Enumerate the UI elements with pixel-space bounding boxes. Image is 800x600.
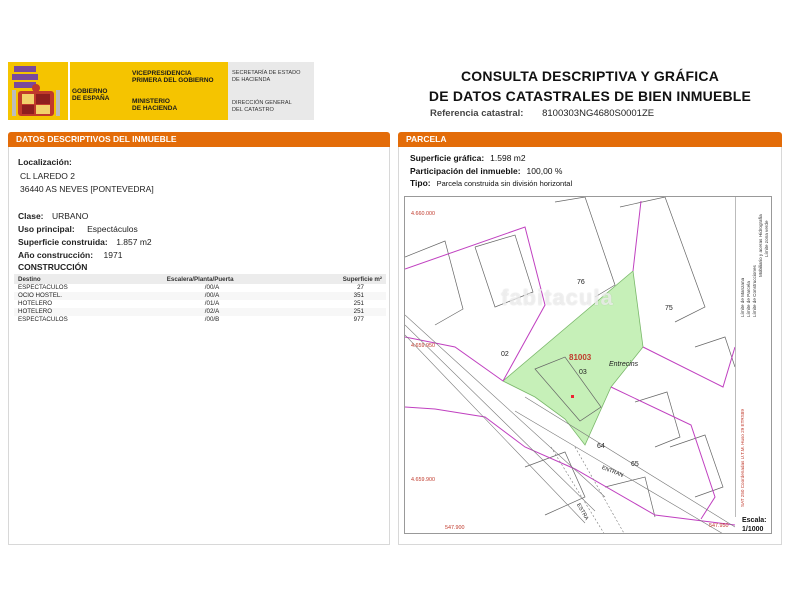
parcel-label-75: 75 — [665, 305, 673, 312]
participacion-row: Participación del inmueble: 100,00 % — [410, 165, 563, 176]
tipo-row: Tipo: Parcela construida sin división hor… — [410, 178, 573, 188]
legend-item: Hidrografía — [758, 214, 763, 237]
vicepresidencia-label: VICEPRESIDENCIA PRIMERA DEL GOBIERNO — [132, 70, 214, 85]
document-title: CONSULTA DESCRIPTIVA Y GRÁFICA DE DATOS … — [428, 68, 752, 104]
address-line-2: 36440 AS NEVES [PONTEVEDRA] — [20, 184, 154, 194]
coord-y1: 4.660.000 — [411, 211, 435, 217]
ref-label: Referencia catastral: — [430, 108, 524, 119]
government-logo-block: GOBIERNO DE ESPAÑA VICEPRESIDENCIA PRIME… — [8, 58, 314, 124]
map-legend: Límite de Manzana Límite de Parcela Lími… — [735, 197, 771, 517]
col-destino: Destino — [14, 274, 163, 284]
legend-item: Límite de Manzana — [740, 277, 745, 317]
construccion-title: CONSTRUCCIÓN — [18, 262, 88, 272]
construccion-table: Destino Escalera/Planta/Puerta Superfici… — [14, 274, 386, 324]
ref-value: 8100303NG4680S0001ZE — [542, 108, 655, 119]
parcel-code-label: 81003 — [569, 353, 592, 362]
table-row: ESPECTACULOS /00/B 977 — [18, 316, 364, 323]
coord-x2: 547.950 — [709, 523, 729, 529]
legend-item: Límite de Parcela — [746, 281, 751, 317]
spain-coat-of-arms-icon — [8, 62, 68, 120]
parcela-info: Superficie gráfica: 1.598 m2 Participació… — [410, 152, 572, 191]
parcel-label-65: 65 — [631, 461, 639, 468]
coord-y3: 4.659.900 — [411, 477, 435, 483]
place-name-entrecins: Entrecins — [609, 361, 639, 368]
address-line-1: CL LAREDO 2 — [20, 171, 75, 181]
table-row: OCIO HOSTEL. /00/A 351 — [14, 292, 386, 300]
col-escalera: Escalera/Planta/Puerta — [162, 274, 312, 284]
parcela-bar: PARCELA — [398, 132, 782, 147]
legend-item: Límite de Construcciones — [752, 265, 757, 317]
ministerio-label: MINISTERIO DE HACIENDA — [132, 98, 178, 113]
coord-x1: 547.900 — [445, 525, 465, 531]
parcel-label-64: 64 — [597, 443, 605, 450]
localizacion-label: Localización: — [18, 157, 72, 167]
secretaria-label: SECRETARÍA DE ESTADO DE HACIENDA — [232, 70, 301, 83]
datos-descriptivos-bar: DATOS DESCRIPTIVOS DEL INMUEBLE — [8, 132, 390, 147]
watermark-text: fabitacula — [501, 285, 614, 310]
table-row: HOTELERO /02/A 251 — [14, 308, 386, 316]
parcel-label-03: 03 — [579, 369, 587, 376]
gobierno-label: GOBIERNO DE ESPAÑA — [72, 88, 110, 103]
table-header-row: Destino Escalera/Planta/Puerta Superfici… — [14, 274, 386, 284]
map-drawing — [405, 197, 746, 533]
map-scale: Escala: 1/1000 — [742, 517, 767, 533]
coord-y2: 4.659.950 — [411, 343, 435, 349]
direccion-label: DIRECCIÓN GENERAL DEL CATASTRO — [232, 100, 292, 113]
table-row: ESPECTACULOS /00/A 27 — [18, 284, 364, 291]
cadastral-map[interactable]: 4.660.000 4.659.950 4.659.900 547.900 54… — [404, 196, 772, 534]
superficie-grafica-row: Superficie gráfica: 1.598 m2 — [410, 153, 526, 163]
parcel-label-02: 02 — [501, 351, 509, 358]
referencia-catastral: Referencia catastral: 8100303NG4680S0001… — [430, 108, 760, 119]
table-row: HOTELERO /01/A 251 — [18, 300, 364, 307]
legend-item: Límite zona verde — [764, 220, 769, 257]
catastro-document: GOBIERNO DE ESPAÑA VICEPRESIDENCIA PRIME… — [0, 0, 800, 600]
legend-item: Mobiliario y aceras — [758, 238, 763, 277]
col-superficie: Superficie m² — [311, 274, 386, 284]
anio-row: Año construcción: 1971 — [18, 250, 123, 260]
legend-footer: SAT 250 Coordenadas U.T.M. Huso 29 ETRS8… — [740, 409, 745, 507]
